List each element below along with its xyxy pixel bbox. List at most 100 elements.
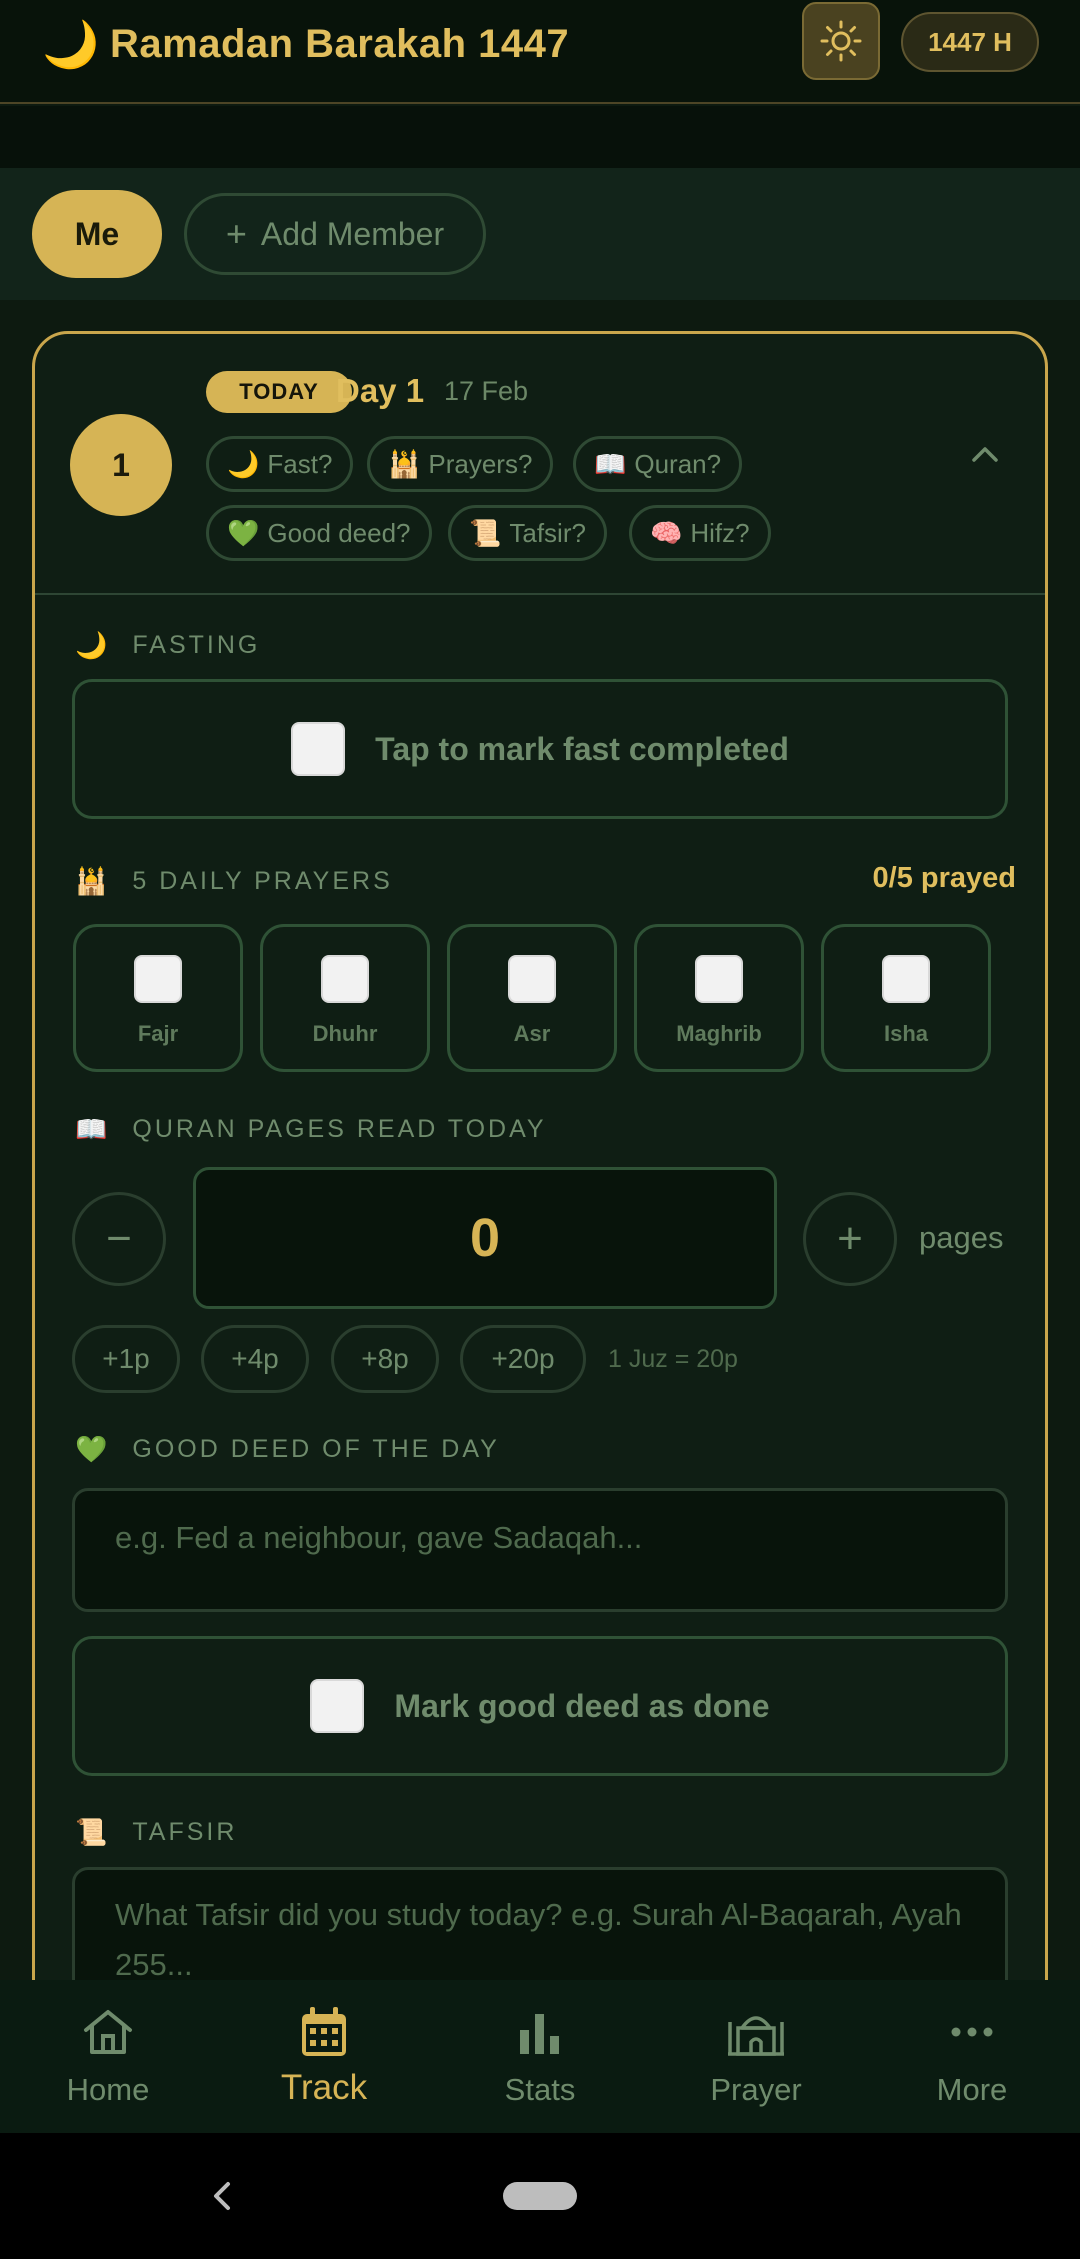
good-deed-input[interactable]: e.g. Fed a neighbour, gave Sadaqah... — [72, 1488, 1008, 1612]
add-member-label: Add Member — [260, 215, 445, 252]
add-member-button[interactable]: + Add Member — [184, 193, 486, 275]
nav-prayer[interactable]: Prayer — [648, 1980, 864, 2133]
good-deed-done-toggle[interactable]: Mark good deed as done — [72, 1636, 1008, 1776]
nav-stats[interactable]: Stats — [432, 1980, 648, 2133]
pages-increment-button[interactable]: + — [803, 1192, 897, 1286]
mosque-icon — [728, 2016, 784, 2056]
nav-label: Track — [280, 2068, 368, 2107]
chip-quran[interactable]: 📖 Quran? — [573, 436, 743, 492]
checkbox-icon — [291, 722, 346, 776]
pages-unit-label: pages — [919, 1220, 1004, 1255]
chip-hifz[interactable]: 🧠 Hifz? — [629, 505, 771, 561]
theme-toggle-button[interactable] — [802, 2, 880, 80]
bottom-navigation: Home Track Stats Prayer More — [0, 1980, 1080, 2133]
chip-label: Prayers? — [428, 448, 533, 479]
chip-label: Fast? — [267, 448, 333, 479]
chip-fast[interactable]: 🌙 Fast? — [206, 436, 354, 492]
tafsir-section-title: 📜 TAFSIR — [75, 1817, 237, 1848]
fast-complete-toggle[interactable]: Tap to mark fast completed — [72, 679, 1008, 819]
quick-add-4p[interactable]: +4p — [201, 1325, 309, 1393]
section-title-text: QURAN PAGES READ TODAY — [132, 1115, 547, 1143]
chip-tafsir[interactable]: 📜 Tafsir? — [448, 505, 607, 561]
checkbox-icon — [508, 955, 556, 1003]
hijri-year-badge[interactable]: 1447 H — [901, 12, 1039, 72]
moon-icon: 🌙 — [75, 630, 111, 660]
member-bar — [0, 168, 1080, 300]
day-date: 17 Feb — [444, 376, 529, 406]
fast-toggle-label: Tap to mark fast completed — [375, 730, 789, 767]
today-badge: TODAY — [206, 371, 352, 413]
sun-icon — [820, 20, 862, 62]
prayer-name: Dhuhr — [312, 1021, 378, 1046]
good-deed-toggle-label: Mark good deed as done — [394, 1687, 770, 1724]
brain-icon: 🧠 — [650, 517, 683, 548]
prayer-asr[interactable]: Asr — [447, 924, 617, 1072]
book-icon: 📖 — [594, 448, 627, 479]
nav-label: Home — [66, 2072, 150, 2107]
mosque-icon: 🕌 — [75, 866, 111, 896]
fasting-section-title: 🌙 FASTING — [75, 630, 260, 661]
pages-decrement-button[interactable]: − — [72, 1192, 166, 1286]
prayer-name: Isha — [883, 1021, 929, 1046]
pages-input[interactable]: 0 — [193, 1167, 777, 1309]
checkbox-icon — [321, 955, 369, 1003]
nav-more[interactable]: More — [864, 1980, 1080, 2133]
prayers-section-title: 🕌 5 DAILY PRAYERS — [75, 866, 393, 897]
nav-label: Stats — [504, 2072, 576, 2107]
moon-icon: 🌙 — [227, 448, 260, 479]
juz-note: 1 Juz = 20p — [608, 1345, 738, 1373]
day-number-circle: 1 — [70, 414, 172, 516]
quick-add-1p[interactable]: +1p — [72, 1325, 180, 1393]
day-label: Day 1 — [336, 372, 425, 409]
chip-prayers[interactable]: 🕌 Prayers? — [367, 436, 554, 492]
prayer-name: Fajr — [137, 1021, 179, 1046]
heart-icon: 💚 — [227, 517, 260, 548]
home-gesture-pill[interactable] — [503, 2182, 577, 2210]
chip-label: Quran? — [634, 448, 722, 479]
chip-label: Hifz? — [690, 517, 750, 548]
chip-label: Tafsir? — [509, 517, 586, 548]
prayer-dhuhr[interactable]: Dhuhr — [260, 924, 430, 1072]
mosque-icon: 🕌 — [388, 448, 421, 479]
quick-add-20p[interactable]: +20p — [460, 1325, 586, 1393]
checkbox-icon — [695, 955, 743, 1003]
nav-home[interactable]: Home — [0, 1980, 216, 2133]
checkbox-icon — [310, 1679, 365, 1733]
nav-label: Prayer — [710, 2072, 802, 2107]
app-header: 🌙 Ramadan Barakah 1447 1447 H — [0, 0, 1080, 104]
prayed-count: 0/5 prayed — [872, 862, 1016, 894]
moon-icon: 🌙 — [42, 18, 100, 70]
day-card-header[interactable]: 1 TODAY Day 1 17 Feb 🌙 Fast? 🕌 Prayers? … — [35, 334, 1045, 595]
header-strip — [0, 106, 1080, 168]
chip-label: Good deed? — [267, 517, 411, 548]
collapse-button[interactable] — [965, 434, 1005, 474]
prayer-name: Asr — [513, 1021, 551, 1046]
scroll-icon: 📜 — [75, 1817, 111, 1847]
checkbox-icon — [882, 955, 930, 1003]
section-title-text: FASTING — [132, 631, 261, 659]
section-title-text: GOOD DEED OF THE DAY — [132, 1435, 500, 1463]
prayer-isha[interactable]: Isha — [821, 924, 991, 1072]
quick-add-8p[interactable]: +8p — [331, 1325, 439, 1393]
section-title-text: 5 DAILY PRAYERS — [132, 867, 393, 895]
member-chip-me[interactable]: Me — [32, 190, 162, 278]
nav-track[interactable]: Track — [216, 1980, 432, 2133]
quran-section-title: 📖 QURAN PAGES READ TODAY — [75, 1114, 547, 1145]
nav-label: More — [936, 2072, 1008, 2107]
heart-icon: 💚 — [75, 1434, 111, 1464]
good-deed-section-title: 💚 GOOD DEED OF THE DAY — [75, 1434, 500, 1465]
chip-good-deed[interactable]: 💚 Good deed? — [206, 505, 432, 561]
prayer-fajr[interactable]: Fajr — [73, 924, 243, 1072]
checkbox-icon — [134, 955, 182, 1003]
home-icon — [84, 2010, 132, 2054]
prayer-maghrib[interactable]: Maghrib — [634, 924, 804, 1072]
more-icon — [951, 2027, 993, 2037]
app-title: Ramadan Barakah 1447 — [110, 22, 570, 66]
back-icon[interactable] — [208, 2178, 238, 2214]
bar-chart-icon — [520, 2014, 559, 2054]
prayer-name: Maghrib — [676, 1021, 762, 1046]
section-title-text: TAFSIR — [132, 1818, 238, 1846]
calendar-icon — [302, 2007, 346, 2056]
plus-icon: + — [225, 213, 247, 254]
scroll-icon: 📜 — [469, 517, 502, 548]
